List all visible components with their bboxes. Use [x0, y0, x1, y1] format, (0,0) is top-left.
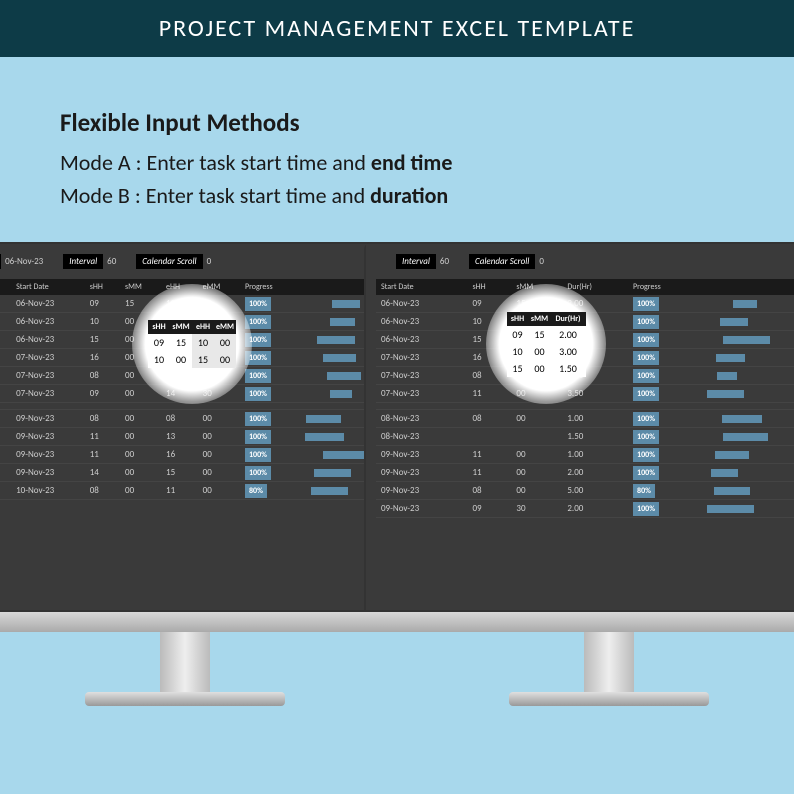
- progress-badge: 100%: [633, 412, 659, 426]
- gantt-bar: [330, 318, 355, 326]
- calscroll-value-r[interactable]: 0: [539, 256, 544, 267]
- table-row[interactable]: Sheryl10-Nov-230800110080%: [0, 482, 418, 500]
- gantt-bar: [733, 300, 757, 308]
- screen-right: Interval 60 Calendar Scroll 0 Start Date…: [366, 244, 794, 610]
- table-row[interactable]: [376, 403, 794, 410]
- table-row[interactable]: 09-Nov-2311002.00100%: [376, 464, 794, 482]
- progress-badge: 80%: [633, 484, 655, 498]
- spotlight-mode-b: sHH sMM Dur(Hr) 09 15 2.00 10 00 3.00 15…: [486, 284, 606, 404]
- gantt-bar: [723, 336, 769, 344]
- progress-badge: 100%: [245, 448, 271, 462]
- progress-badge: 100%: [245, 387, 271, 401]
- monitor-base-right: [364, 612, 794, 632]
- startdate-label: Start Date: [0, 254, 1, 269]
- calscroll-value[interactable]: 0: [207, 256, 212, 267]
- col-header: sHH: [468, 279, 512, 295]
- gantt-bar: [327, 372, 362, 380]
- table-row[interactable]: 09-Nov-2308005.0080%: [376, 482, 794, 500]
- table-row[interactable]: 08-Nov-231.50100%: [376, 428, 794, 446]
- mode-b-text: Mode B : Enter task start time and durat…: [60, 179, 734, 212]
- progress-badge: 100%: [245, 430, 271, 444]
- gantt-bar: [323, 354, 356, 362]
- gantt-bar: [716, 354, 745, 362]
- monitor-right: Interval 60 Calendar Scroll 0 Start Date…: [364, 242, 794, 612]
- progress-badge: 100%: [633, 502, 659, 516]
- foot-left: [85, 692, 285, 706]
- calscroll-label-r: Calendar Scroll: [469, 254, 535, 269]
- gantt-bar: [311, 487, 348, 495]
- progress-badge: 100%: [633, 333, 659, 347]
- progress-badge: 100%: [245, 369, 271, 383]
- gantt-bar: [711, 469, 738, 477]
- progress-badge: 100%: [633, 351, 659, 365]
- calscroll-label: Calendar Scroll: [136, 254, 202, 269]
- gantt-bar: [717, 372, 738, 380]
- interval-value-r[interactable]: 60: [440, 256, 449, 267]
- progress-badge: 80%: [245, 484, 267, 498]
- progress-badge: 100%: [633, 297, 659, 311]
- progress-badge: 100%: [633, 387, 659, 401]
- interval-value[interactable]: 60: [107, 256, 116, 267]
- progress-badge: 100%: [633, 315, 659, 329]
- gantt-bar: [306, 415, 341, 423]
- gantt-bar: [707, 505, 754, 513]
- gantt-bar: [715, 451, 748, 459]
- toolbar-left: Start Date 06-Nov-23 Interval 60 Calenda…: [0, 254, 418, 269]
- gantt-bar: [722, 415, 762, 423]
- table-row[interactable]: Mark09-Nov-2314001500100%: [0, 464, 418, 482]
- gantt-bar: [314, 469, 351, 477]
- spotlight-mode-a: sHH sMM eHH eMM 09 15 10 00 10 00 15 00: [132, 284, 252, 404]
- toolbar-right: Interval 60 Calendar Scroll 0: [376, 254, 794, 269]
- col-header: Start Date: [11, 279, 85, 295]
- progress-badge: 100%: [245, 466, 271, 480]
- col-header: sMM: [120, 279, 161, 295]
- startdate-value[interactable]: 06-Nov-23: [5, 256, 43, 267]
- stand-right: [584, 632, 634, 692]
- table-row[interactable]: Jill09-Nov-2311001300100%: [0, 428, 418, 446]
- stand-left: [160, 632, 210, 692]
- col-header: Progress: [628, 279, 700, 295]
- mode-a-text: Mode A : Enter task start time and end t…: [60, 146, 734, 179]
- progress-badge: 100%: [633, 369, 659, 383]
- progress-badge: 100%: [245, 297, 271, 311]
- table-row[interactable]: [0, 403, 418, 410]
- gantt-bar: [332, 300, 360, 308]
- col-header: Progress: [240, 279, 298, 295]
- col-header: Start Date: [376, 279, 468, 295]
- progress-badge: 100%: [245, 412, 271, 426]
- interval-label-r: Interval: [396, 254, 436, 269]
- gantt-bar: [305, 433, 344, 441]
- page-title: PROJECT MANAGEMENT EXCEL TEMPLATE: [0, 0, 794, 57]
- table-row[interactable]: Jack09-Nov-2308000800100%: [0, 410, 418, 428]
- gantt-bar: [707, 390, 744, 398]
- col-header: Assignee: [0, 279, 11, 295]
- progress-badge: 100%: [633, 466, 659, 480]
- gantt-bar: [330, 390, 353, 398]
- foot-right: [509, 692, 709, 706]
- col-header: sHH: [85, 279, 120, 295]
- gantt-bar: [723, 433, 768, 441]
- interval-label: Interval: [63, 254, 103, 269]
- progress-badge: 100%: [633, 448, 659, 462]
- gantt-bar: [317, 336, 355, 344]
- description-block: Flexible Input Methods Mode A : Enter ta…: [0, 57, 794, 242]
- gantt-bar: [720, 318, 747, 326]
- table-row[interactable]: 08-Nov-2308001.00100%: [376, 410, 794, 428]
- desc-title: Flexible Input Methods: [60, 107, 734, 138]
- progress-badge: 100%: [633, 430, 659, 444]
- table-row[interactable]: 09-Nov-2309302.00100%: [376, 500, 794, 518]
- monitors-container: Start Date 06-Nov-23 Interval 60 Calenda…: [0, 242, 794, 762]
- table-row[interactable]: Jill09-Nov-2311001600100%: [0, 446, 418, 464]
- table-row[interactable]: 09-Nov-2311001.00100%: [376, 446, 794, 464]
- gantt-bar: [714, 487, 750, 495]
